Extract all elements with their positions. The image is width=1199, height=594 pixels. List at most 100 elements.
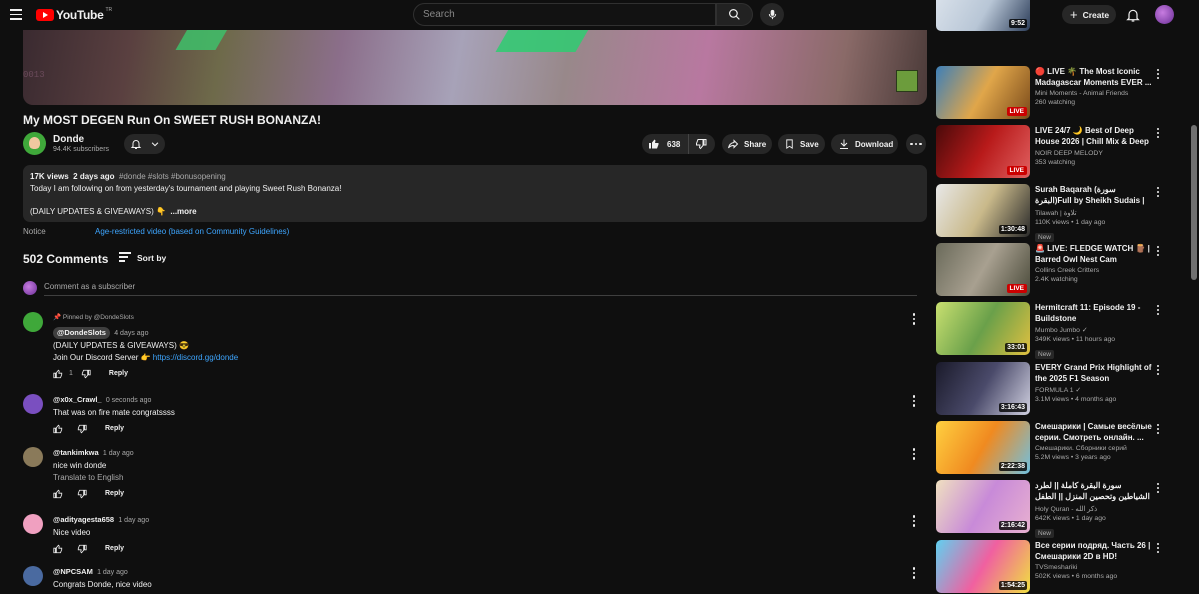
recommended-video[interactable]: LIVE 🔴 LIVE 🌴 The Most Iconic Madagascar …	[936, 66, 1166, 120]
comment-time[interactable]: 1 day ago	[97, 569, 128, 576]
comment-menu-icon[interactable]	[910, 394, 918, 408]
comment-avatar[interactable]	[23, 312, 43, 332]
video-thumbnail[interactable]: LIVE	[936, 66, 1030, 119]
recommended-title[interactable]: سورة البقرة كاملة || لطرد الشياطين وتحصي…	[1035, 480, 1153, 503]
comment-author[interactable]: @tankimkwa	[53, 448, 99, 457]
sort-button[interactable]: Sort by	[119, 252, 166, 264]
comment-author[interactable]: @x0x_Crawl_	[53, 395, 102, 404]
recommended-channel[interactable]: NOIR DEEP MELODY	[1035, 150, 1153, 157]
hashtags[interactable]: #donde #slots #bonusopening	[119, 172, 226, 181]
thumbs-down-icon[interactable]	[77, 424, 87, 434]
comment-avatar[interactable]	[23, 447, 43, 467]
comment-menu-icon[interactable]	[910, 566, 918, 580]
page-scrollbar[interactable]	[1191, 125, 1197, 280]
comment-avatar[interactable]	[23, 514, 43, 534]
video-thumbnail[interactable]: 2:16:42	[936, 480, 1030, 533]
video-menu-icon[interactable]	[1154, 245, 1162, 257]
recommended-title[interactable]: Смешарики | Самые весёлые серии. Смотрет…	[1035, 421, 1153, 443]
notice-link[interactable]: Age-restricted video (based on Community…	[95, 227, 289, 236]
thumbs-down-icon[interactable]	[81, 369, 91, 379]
comment-menu-icon[interactable]	[910, 514, 918, 528]
recommended-title[interactable]: 🔴 LIVE 🌴 The Most Iconic Madagascar Mome…	[1035, 66, 1153, 88]
recommended-video[interactable]: LIVE LIVE 24/7 🌙 Best of Deep House 2026 …	[936, 125, 1166, 179]
comment-time[interactable]: 1 day ago	[103, 450, 134, 457]
voice-search-button[interactable]	[760, 3, 784, 26]
recommended-channel[interactable]: TVSmeshariki	[1035, 564, 1153, 571]
comment-avatar[interactable]	[23, 394, 43, 414]
recommended-channel[interactable]: Mumbo Jumbo ✓	[1035, 326, 1153, 334]
recommended-channel[interactable]: Tilawah | تلاوة	[1035, 209, 1153, 217]
description-box[interactable]: 17K views 2 days ago #donde #slots #bonu…	[23, 165, 927, 222]
video-thumbnail[interactable]: LIVE	[936, 125, 1030, 178]
thumbs-down-icon[interactable]	[77, 489, 87, 499]
recommended-channel[interactable]: Holy Quran - ذكر الله	[1035, 505, 1153, 513]
comment-author[interactable]: @NPCSAM	[53, 567, 93, 576]
recommended-video[interactable]: 1:54:25 Все серии подряд. Часть 26 | Смеш…	[936, 540, 1166, 594]
recommended-video[interactable]: 1:30:48 Surah Baqarah (سورة البقرة)Full b…	[936, 184, 1166, 242]
recommended-video[interactable]: 2:22:38 Смешарики | Самые весёлые серии. …	[936, 421, 1166, 475]
recommended-title[interactable]: EVERY Grand Prix Highlight of the 2025 F…	[1035, 362, 1153, 384]
channel-avatar[interactable]	[23, 132, 46, 155]
video-menu-icon[interactable]	[1154, 68, 1162, 80]
comment-time[interactable]: 1 day ago	[118, 517, 149, 524]
comment-author[interactable]: @adityagesta658	[53, 515, 114, 524]
recommended-title[interactable]: 🚨 LIVE: FLEDGE WATCH 🪵 | Barred Owl Nest…	[1035, 243, 1153, 265]
recommended-channel[interactable]: Смешарики. Сборники серий	[1035, 445, 1153, 452]
video-thumbnail[interactable]: LIVE	[936, 243, 1030, 296]
comment-time[interactable]: 0 seconds ago	[106, 397, 152, 404]
recommended-video[interactable]: LIVE 🚨 LIVE: FLEDGE WATCH 🪵 | Barred Owl …	[936, 243, 1166, 297]
add-comment-input[interactable]: Comment as a subscriber	[44, 280, 917, 296]
video-thumbnail[interactable]: 3:16:43	[936, 362, 1030, 415]
download-button[interactable]: Download	[831, 134, 898, 154]
reply-button[interactable]: Reply	[109, 368, 128, 380]
recommended-title[interactable]: LIVE 24/7 🌙 Best of Deep House 2026 | Ch…	[1035, 125, 1153, 148]
thumbs-up-icon[interactable]	[53, 489, 63, 499]
save-button[interactable]: Save	[778, 134, 825, 154]
video-thumbnail[interactable]: 9:52	[936, 0, 1030, 31]
recommended-channel[interactable]: Mini Moments - Animal Friends	[1035, 90, 1153, 97]
search-button[interactable]	[716, 3, 753, 26]
menu-icon[interactable]	[10, 9, 22, 20]
discord-link[interactable]: https://discord.gg/donde	[153, 353, 238, 362]
recommended-video[interactable]: 9:52Soufyan Hamid21K views • 6 months ag…	[936, 0, 1166, 32]
recommended-channel[interactable]: FORMULA 1 ✓	[1035, 386, 1153, 394]
video-menu-icon[interactable]	[1154, 304, 1162, 316]
youtube-logo[interactable]: YouTube TR	[36, 7, 112, 22]
video-menu-icon[interactable]	[1154, 423, 1162, 435]
video-thumbnail[interactable]: 33:01	[936, 302, 1030, 355]
thumbs-up-icon[interactable]	[53, 424, 63, 434]
thumbs-down-icon[interactable]	[77, 544, 87, 554]
comment-author[interactable]: @DondeSlots	[53, 327, 110, 339]
recommended-video[interactable]: 3:16:43 EVERY Grand Prix Highlight of the…	[936, 362, 1166, 416]
share-button[interactable]: Share	[722, 134, 772, 154]
subscription-notifications-button[interactable]	[124, 134, 165, 154]
video-thumbnail[interactable]: 1:54:25	[936, 540, 1030, 593]
recommended-title[interactable]: Все серии подряд. Часть 26 | Смешарики 2…	[1035, 540, 1153, 562]
video-thumbnail[interactable]: 1:30:48	[936, 184, 1030, 237]
comment-time[interactable]: 4 days ago	[114, 330, 148, 337]
translate-link[interactable]: Translate to English	[53, 472, 883, 484]
recommended-video[interactable]: 33:01 Hermitcraft 11: Episode 19 - Builds…	[936, 302, 1166, 359]
like-button[interactable]: 638	[642, 134, 689, 154]
comment-menu-icon[interactable]	[910, 312, 918, 326]
reply-button[interactable]: Reply	[105, 488, 124, 500]
show-more-link[interactable]: ...more	[170, 207, 196, 216]
dislike-button[interactable]	[689, 134, 707, 154]
video-menu-icon[interactable]	[1154, 482, 1162, 494]
video-menu-icon[interactable]	[1154, 364, 1162, 376]
recommended-channel[interactable]: Collins Creek Critters	[1035, 267, 1153, 274]
video-menu-icon[interactable]	[1154, 186, 1162, 198]
more-actions-button[interactable]	[906, 134, 926, 154]
reply-button[interactable]: Reply	[105, 423, 124, 435]
thumbs-up-icon[interactable]	[53, 544, 63, 554]
comment-menu-icon[interactable]	[910, 447, 918, 461]
video-thumbnail[interactable]: 2:22:38	[936, 421, 1030, 474]
search-input[interactable]	[414, 4, 715, 25]
video-menu-icon[interactable]	[1154, 127, 1162, 139]
channel-name[interactable]: Donde	[53, 134, 84, 145]
reply-button[interactable]: Reply	[105, 543, 124, 555]
thumbs-up-icon[interactable]	[53, 369, 63, 379]
recommended-title[interactable]: Surah Baqarah (سورة البقرة)Full by Sheik…	[1035, 184, 1153, 207]
video-menu-icon[interactable]	[1154, 542, 1162, 554]
recommended-title[interactable]: Hermitcraft 11: Episode 19 - Buildstone	[1035, 302, 1153, 324]
